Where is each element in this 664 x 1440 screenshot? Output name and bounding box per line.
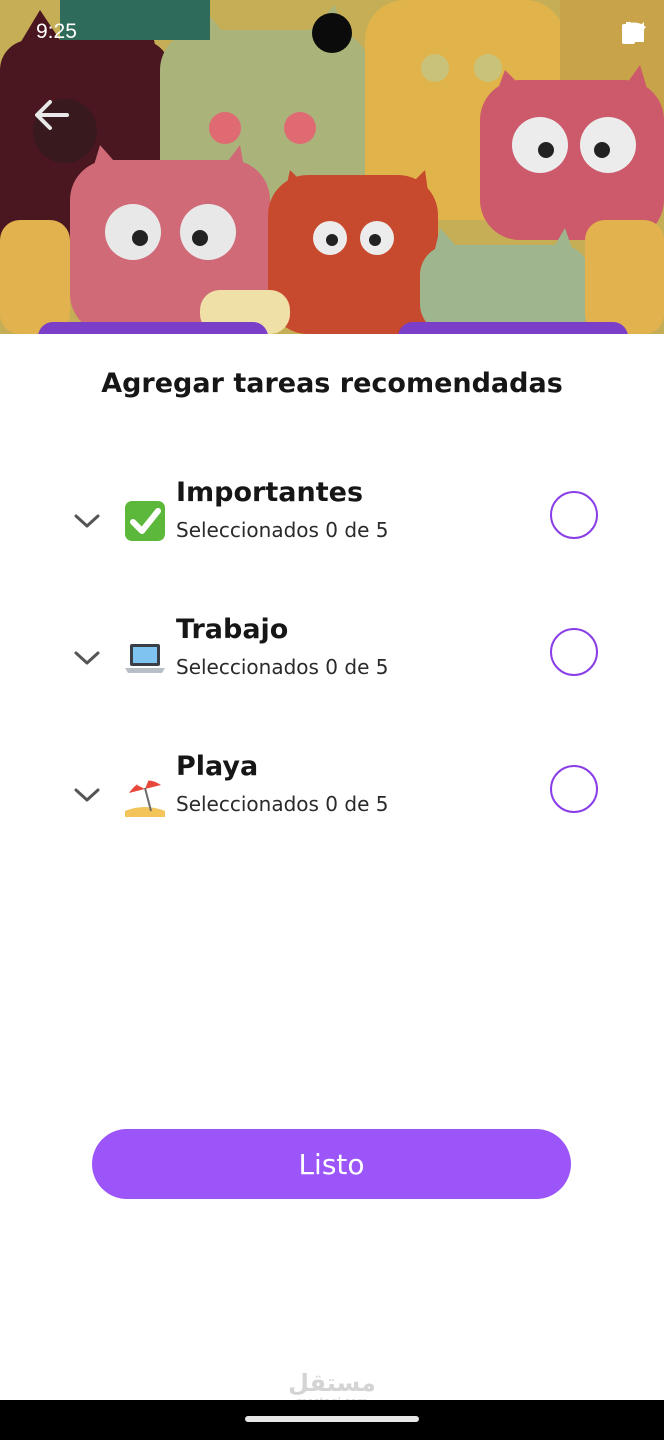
chevron-down-icon[interactable] <box>74 511 100 531</box>
chevron-down-icon[interactable] <box>74 648 100 668</box>
category-select-radio[interactable] <box>550 491 598 539</box>
category-count: Seleccionados 0 de 5 <box>176 655 389 679</box>
category-row-playa[interactable]: Playa Seleccionados 0 de 5 <box>0 751 664 841</box>
status-time: 9:25 <box>36 20 77 43</box>
sheet-title: Agregar tareas recomendadas <box>101 368 563 399</box>
category-name: Importantes <box>176 477 364 508</box>
category-count: Seleccionados 0 de 5 <box>176 518 389 542</box>
camera-cutout <box>312 13 352 53</box>
laptop-emoji <box>125 644 165 673</box>
category-name: Trabajo <box>176 614 289 645</box>
status-bar: 9:25 <box>0 0 664 68</box>
arrow-left-icon <box>35 100 69 130</box>
category-select-radio[interactable] <box>550 628 598 676</box>
header-illustration: 9:25 <box>0 0 664 334</box>
battery-icon <box>622 22 635 44</box>
category-select-radio[interactable] <box>550 765 598 813</box>
white-check-mark-emoji <box>125 501 165 541</box>
category-row-trabajo[interactable]: Trabajo Seleccionados 0 de 5 <box>0 614 664 704</box>
category-count: Seleccionados 0 de 5 <box>176 792 389 816</box>
back-button[interactable] <box>33 99 97 163</box>
category-name: Playa <box>176 751 259 782</box>
home-gesture-handle[interactable] <box>245 1416 419 1422</box>
watermark-logo-text: مستقل <box>288 1369 376 1397</box>
category-row-importantes[interactable]: Importantes Seleccionados 0 de 5 <box>0 477 664 567</box>
done-button[interactable]: Listo <box>92 1129 571 1199</box>
chevron-down-icon[interactable] <box>74 785 100 805</box>
beach-umbrella-emoji <box>125 778 165 817</box>
system-nav-bar <box>0 1400 664 1440</box>
